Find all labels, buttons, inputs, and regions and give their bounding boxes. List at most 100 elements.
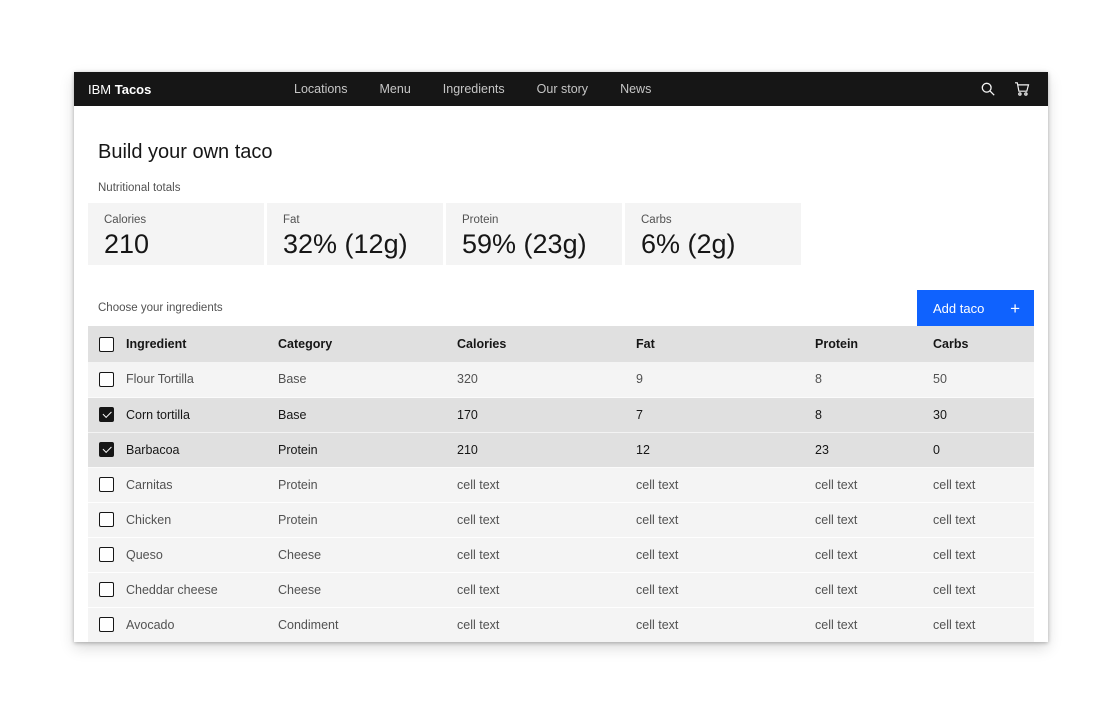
cell-protein: cell text xyxy=(815,572,933,607)
table-row[interactable]: Corn tortilla Base 170 7 8 30 xyxy=(88,397,1034,432)
nav-item-our-story[interactable]: Our story xyxy=(521,72,604,106)
tile-label: Carbs xyxy=(641,213,785,227)
cell-carbs: 0 xyxy=(933,432,1034,467)
cell-fat: cell text xyxy=(636,502,815,537)
tile-label: Fat xyxy=(283,213,427,227)
row-checkbox[interactable] xyxy=(99,442,114,457)
cell-ingredient: Flour Tortilla xyxy=(126,362,278,397)
cell-ingredient: Chicken xyxy=(126,502,278,537)
shopping-cart-icon xyxy=(1014,81,1030,97)
cell-ingredient: Queso xyxy=(126,537,278,572)
row-checkbox[interactable] xyxy=(99,372,114,387)
row-checkbox[interactable] xyxy=(99,617,114,632)
nav-actions xyxy=(974,75,1036,103)
cell-carbs: 30 xyxy=(933,397,1034,432)
table-row[interactable]: Barbacoa Protein 210 12 23 0 xyxy=(88,432,1034,467)
column-header-carbs[interactable]: Carbs xyxy=(933,326,1034,362)
search-button[interactable] xyxy=(974,75,1002,103)
table-row[interactable]: Cheddar cheese Cheese cell text cell tex… xyxy=(88,572,1034,607)
tile-value: 6% (2g) xyxy=(641,228,785,260)
cell-ingredient: Corn tortilla xyxy=(126,397,278,432)
add-taco-label: Add taco xyxy=(933,301,984,316)
ingredients-table: Ingredient Category Calories Fat Protein… xyxy=(88,326,1034,642)
cell-protein: cell text xyxy=(815,467,933,502)
brand-link[interactable]: IBM Tacos xyxy=(88,82,278,97)
app-card: IBM Tacos Locations Menu Ingredients Our… xyxy=(74,72,1048,642)
main-nav: Locations Menu Ingredients Our story New… xyxy=(278,72,667,106)
row-checkbox[interactable] xyxy=(99,582,114,597)
cell-fat: cell text xyxy=(636,537,815,572)
top-nav: IBM Tacos Locations Menu Ingredients Our… xyxy=(74,72,1048,106)
tile-fat: Fat 32% (12g) xyxy=(267,203,443,265)
cell-category: Base xyxy=(278,362,457,397)
table-toolbar: Choose your ingredients Add taco + xyxy=(88,290,1034,326)
main-content: Build your own taco Nutritional totals C… xyxy=(74,140,1048,642)
brand-prefix: IBM xyxy=(88,82,111,97)
table-row[interactable]: Flour Tortilla Base 320 9 8 50 xyxy=(88,362,1034,397)
cell-category: Protein xyxy=(278,502,457,537)
cell-protein: 8 xyxy=(815,397,933,432)
cell-protein: 23 xyxy=(815,432,933,467)
row-checkbox[interactable] xyxy=(99,512,114,527)
cart-button[interactable] xyxy=(1008,75,1036,103)
column-header-fat[interactable]: Fat xyxy=(636,326,815,362)
cell-category: Condiment xyxy=(278,607,457,642)
table-header-row: Ingredient Category Calories Fat Protein… xyxy=(88,326,1034,362)
column-header-calories[interactable]: Calories xyxy=(457,326,636,362)
page-title: Build your own taco xyxy=(98,140,1024,164)
cell-fat: cell text xyxy=(636,572,815,607)
cell-carbs: cell text xyxy=(933,572,1034,607)
column-header-category[interactable]: Category xyxy=(278,326,457,362)
nav-item-news[interactable]: News xyxy=(604,72,667,106)
table-row[interactable]: Chicken Protein cell text cell text cell… xyxy=(88,502,1034,537)
cell-calories: cell text xyxy=(457,537,636,572)
tile-calories: Calories 210 xyxy=(88,203,264,265)
cell-calories: cell text xyxy=(457,502,636,537)
table-row[interactable]: Carnitas Protein cell text cell text cel… xyxy=(88,467,1034,502)
cell-carbs: cell text xyxy=(933,537,1034,572)
table-row[interactable]: Queso Cheese cell text cell text cell te… xyxy=(88,537,1034,572)
cell-fat: cell text xyxy=(636,607,815,642)
cell-carbs: cell text xyxy=(933,607,1034,642)
cell-fat: 9 xyxy=(636,362,815,397)
cell-protein: cell text xyxy=(815,537,933,572)
cell-fat: cell text xyxy=(636,467,815,502)
cell-category: Cheese xyxy=(278,537,457,572)
column-header-ingredient[interactable]: Ingredient xyxy=(126,326,278,362)
cell-calories: cell text xyxy=(457,607,636,642)
tile-carbs: Carbs 6% (2g) xyxy=(625,203,801,265)
tile-label: Calories xyxy=(104,213,248,227)
cell-calories: 210 xyxy=(457,432,636,467)
select-all-checkbox[interactable] xyxy=(99,337,114,352)
cell-protein: cell text xyxy=(815,607,933,642)
plus-icon: + xyxy=(1010,300,1020,317)
cell-calories: 320 xyxy=(457,362,636,397)
row-checkbox[interactable] xyxy=(99,547,114,562)
nav-item-locations[interactable]: Locations xyxy=(278,72,364,106)
cell-category: Base xyxy=(278,397,457,432)
cell-calories: 170 xyxy=(457,397,636,432)
cell-category: Protein xyxy=(278,467,457,502)
search-icon xyxy=(980,81,996,97)
cell-ingredient: Carnitas xyxy=(126,467,278,502)
brand-name: Tacos xyxy=(115,82,152,97)
add-taco-button[interactable]: Add taco + xyxy=(917,290,1034,326)
row-checkbox[interactable] xyxy=(99,407,114,422)
tile-value: 210 xyxy=(104,228,248,260)
column-header-protein[interactable]: Protein xyxy=(815,326,933,362)
cell-category: Protein xyxy=(278,432,457,467)
nav-item-ingredients[interactable]: Ingredients xyxy=(427,72,521,106)
tile-label: Protein xyxy=(462,213,606,227)
cell-carbs: 50 xyxy=(933,362,1034,397)
cell-calories: cell text xyxy=(457,572,636,607)
row-checkbox[interactable] xyxy=(99,477,114,492)
nav-item-menu[interactable]: Menu xyxy=(364,72,427,106)
tile-value: 32% (12g) xyxy=(283,228,427,260)
cell-ingredient: Avocado xyxy=(126,607,278,642)
cell-carbs: cell text xyxy=(933,502,1034,537)
tile-value: 59% (23g) xyxy=(462,228,606,260)
table-row[interactable]: Avocado Condiment cell text cell text ce… xyxy=(88,607,1034,642)
cell-ingredient: Cheddar cheese xyxy=(126,572,278,607)
cell-carbs: cell text xyxy=(933,467,1034,502)
totals-label: Nutritional totals xyxy=(98,181,1024,195)
